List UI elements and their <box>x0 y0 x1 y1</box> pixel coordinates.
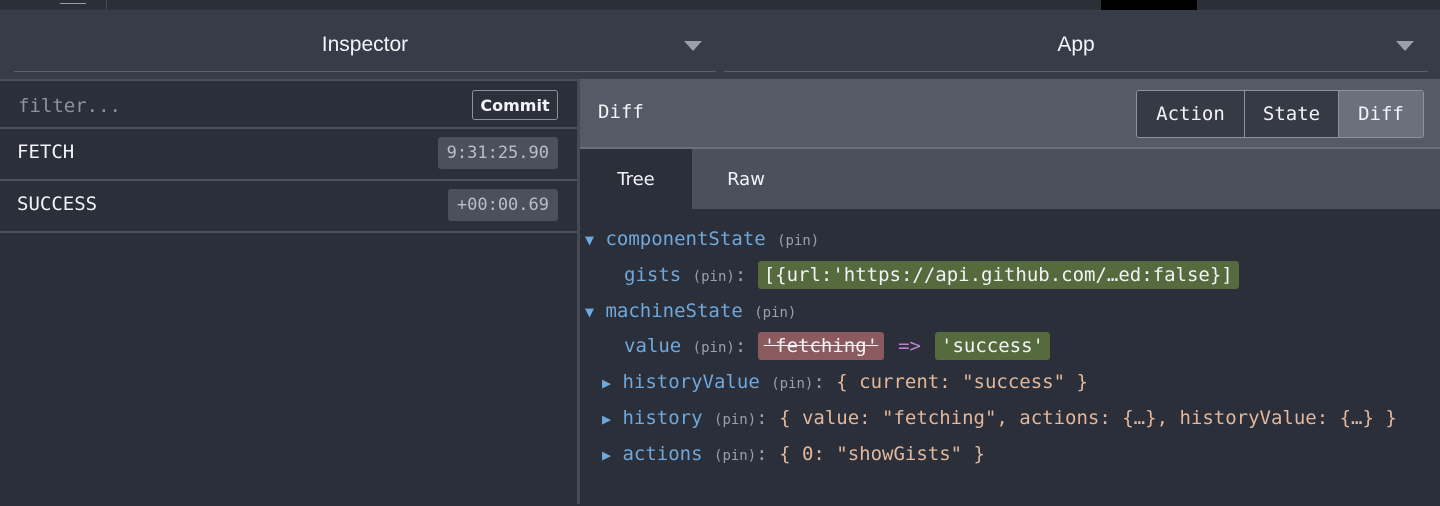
removed-value: 'fetching' <box>757 332 885 360</box>
diff-panel: Diff Action State Diff Tree Raw ▼ compon… <box>580 79 1440 504</box>
panel-title: Diff <box>598 101 644 123</box>
diff-header: Diff Action State Diff <box>580 79 1440 149</box>
view-tabs: Action State Diff <box>1136 90 1424 138</box>
expand-arrow-icon[interactable]: ▼ <box>585 297 594 327</box>
tree-value: { value: "fetching", actions: {…}, histo… <box>779 407 1397 429</box>
tab-action[interactable]: Action <box>1137 91 1245 137</box>
active-tab[interactable] <box>1101 0 1197 10</box>
commit-button[interactable]: Commit <box>472 90 558 120</box>
tab-separator <box>106 0 107 10</box>
pin-link[interactable]: (pin) <box>714 412 756 428</box>
collapse-arrow-icon[interactable]: ▶ <box>602 404 611 434</box>
chevron-down-icon <box>1396 41 1414 51</box>
pin-link[interactable]: (pin) <box>771 376 813 392</box>
tree-value: { 0: "showGists" } <box>779 443 985 465</box>
tree-node-historyvalue: ▶ historyValue (pin): { current: "succes… <box>602 367 1088 397</box>
pin-link[interactable]: (pin) <box>693 269 735 285</box>
action-time: +00:00.69 <box>447 189 558 221</box>
inspector-select-label: Inspector <box>321 33 409 56</box>
tree-key: gists <box>624 264 682 286</box>
tree-node-history: ▶ history (pin): { value: "fetching", ac… <box>602 403 1397 433</box>
tree-key[interactable]: historyValue <box>622 371 759 393</box>
app-select-label: App <box>1057 33 1095 56</box>
inspector-select[interactable]: Inspector <box>14 11 716 72</box>
tree-key: value <box>624 335 682 357</box>
action-time: 9:31:25.90 <box>437 137 558 169</box>
action-item-fetch[interactable]: FETCH 9:31:25.90 <box>0 129 577 181</box>
tree-node-gists: gists (pin): [{url:'https://api.github.c… <box>624 260 1239 290</box>
tree-node-machinestate: ▼ machineState (pin) <box>585 296 796 326</box>
tab-diff[interactable]: Diff <box>1339 91 1423 137</box>
tree-node-value: value (pin): 'fetching' =>'success' <box>624 331 1050 361</box>
expand-arrow-icon[interactable]: ▼ <box>585 225 594 255</box>
tree-key[interactable]: history <box>622 407 702 429</box>
chevron-down-icon <box>684 41 702 51</box>
diff-subtabs: Tree Raw <box>580 149 1440 209</box>
tree-node-componentstate: ▼ componentState (pin) <box>585 224 819 254</box>
tree-key[interactable]: machineState <box>605 300 742 322</box>
menu-icon[interactable] <box>60 0 86 4</box>
monitor-selectors: Inspector App <box>0 11 1440 79</box>
diff-tree: ▼ componentState (pin) gists (pin): [{ur… <box>580 209 1440 504</box>
action-name: FETCH <box>17 141 75 163</box>
pin-link[interactable]: (pin) <box>754 305 796 321</box>
subtab-tree[interactable]: Tree <box>580 149 692 209</box>
action-name: SUCCESS <box>17 193 98 215</box>
collapse-arrow-icon[interactable]: ▶ <box>602 440 611 470</box>
top-tab-strip <box>0 0 1440 11</box>
action-list-panel: Commit FETCH 9:31:25.90 SUCCESS +00:00.6… <box>0 79 577 506</box>
pin-link[interactable]: (pin) <box>777 233 819 249</box>
diff-arrow: => <box>898 335 921 357</box>
filter-bar: Commit <box>0 83 577 129</box>
tree-key[interactable]: componentState <box>605 228 765 250</box>
added-value: [{url:'https://api.github.com/…ed:false}… <box>757 261 1239 289</box>
app-select[interactable]: App <box>724 11 1428 72</box>
tree-key[interactable]: actions <box>622 443 702 465</box>
collapse-arrow-icon[interactable]: ▶ <box>602 368 611 398</box>
tree-node-actions: ▶ actions (pin): { 0: "showGists" } <box>602 439 985 469</box>
tree-value: { current: "success" } <box>836 371 1088 393</box>
subtab-raw[interactable]: Raw <box>692 149 800 209</box>
tab-state[interactable]: State <box>1245 91 1339 137</box>
pin-link[interactable]: (pin) <box>693 340 735 356</box>
added-value: 'success' <box>935 332 1050 360</box>
filter-input[interactable] <box>16 91 440 121</box>
pin-link[interactable]: (pin) <box>714 448 756 464</box>
action-item-success[interactable]: SUCCESS +00:00.69 <box>0 181 577 233</box>
